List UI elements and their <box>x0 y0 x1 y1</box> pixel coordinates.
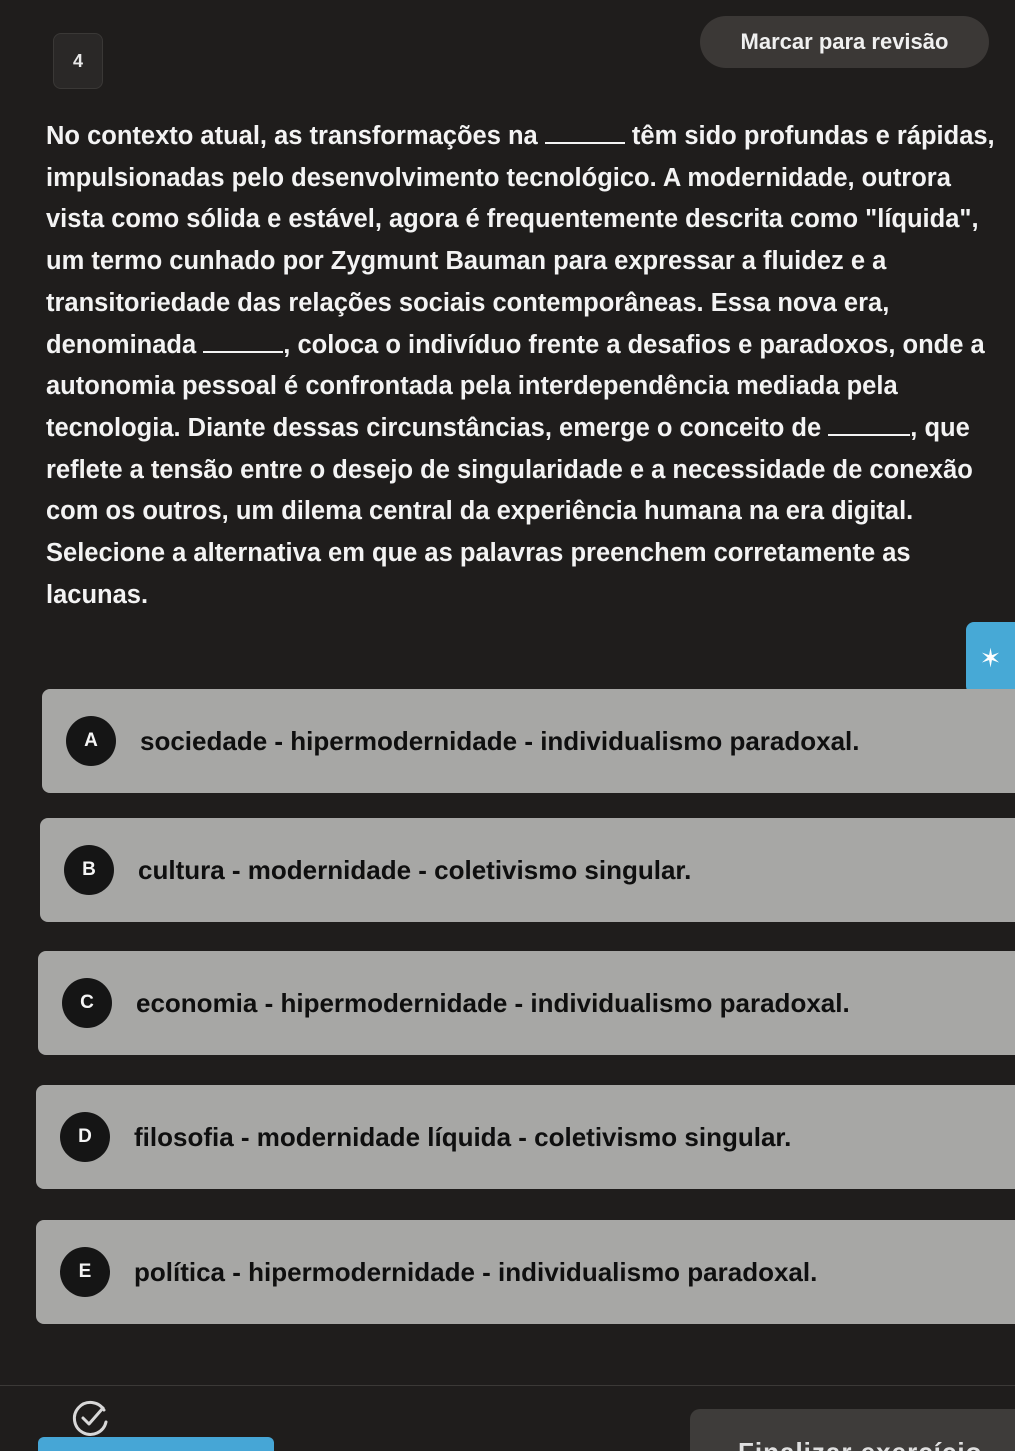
sparkle-icon: ✶ <box>979 642 1002 673</box>
option-e[interactable]: E política - hipermodernidade - individu… <box>36 1220 1015 1324</box>
option-d[interactable]: D filosofia - modernidade líquida - cole… <box>36 1085 1015 1189</box>
option-a[interactable]: A sociedade - hipermodernidade - individ… <box>42 689 1015 793</box>
option-b[interactable]: B cultura - modernidade - coletivismo si… <box>40 818 1015 922</box>
statement-text-1: No contexto atual, as transformações na <box>46 122 545 150</box>
mark-for-review-button[interactable]: Marcar para revisão <box>700 16 989 68</box>
statement-instruction: Selecione a alternativa em que as palavr… <box>46 539 911 609</box>
option-letter-badge: D <box>60 1112 110 1162</box>
statement-paragraph: No contexto atual, as transformações na … <box>46 116 996 533</box>
progress-strip <box>38 1437 274 1451</box>
option-letter-badge: A <box>66 716 116 766</box>
option-text: cultura - modernidade - coletivismo sing… <box>138 854 692 885</box>
question-statement: No contexto atual, as transformações na … <box>46 116 996 616</box>
check-circle-icon[interactable] <box>70 1398 110 1438</box>
option-text: política - hipermodernidade - individual… <box>134 1256 818 1287</box>
question-number-badge: 4 <box>53 33 103 89</box>
option-text: filosofia - modernidade líquida - coleti… <box>134 1121 792 1152</box>
footer-divider <box>0 1385 1015 1386</box>
option-text: sociedade - hipermodernidade - individua… <box>140 725 860 756</box>
blank-2 <box>203 329 284 353</box>
option-text: economia - hipermodernidade - individual… <box>136 987 850 1018</box>
assistant-tab[interactable]: ✶ <box>966 622 1015 694</box>
blank-3 <box>828 412 911 436</box>
option-c[interactable]: C economia - hipermodernidade - individu… <box>38 951 1015 1055</box>
finish-exercise-label: Finalizar exercício <box>738 1437 982 1451</box>
option-letter-badge: E <box>60 1247 110 1297</box>
blank-1 <box>544 120 625 144</box>
option-letter-badge: B <box>64 845 114 895</box>
statement-text-2: têm sido profundas e rápidas, impulsiona… <box>46 122 995 359</box>
option-letter-badge: C <box>62 978 112 1028</box>
finish-exercise-button[interactable]: Finalizar exercício <box>690 1409 1015 1451</box>
